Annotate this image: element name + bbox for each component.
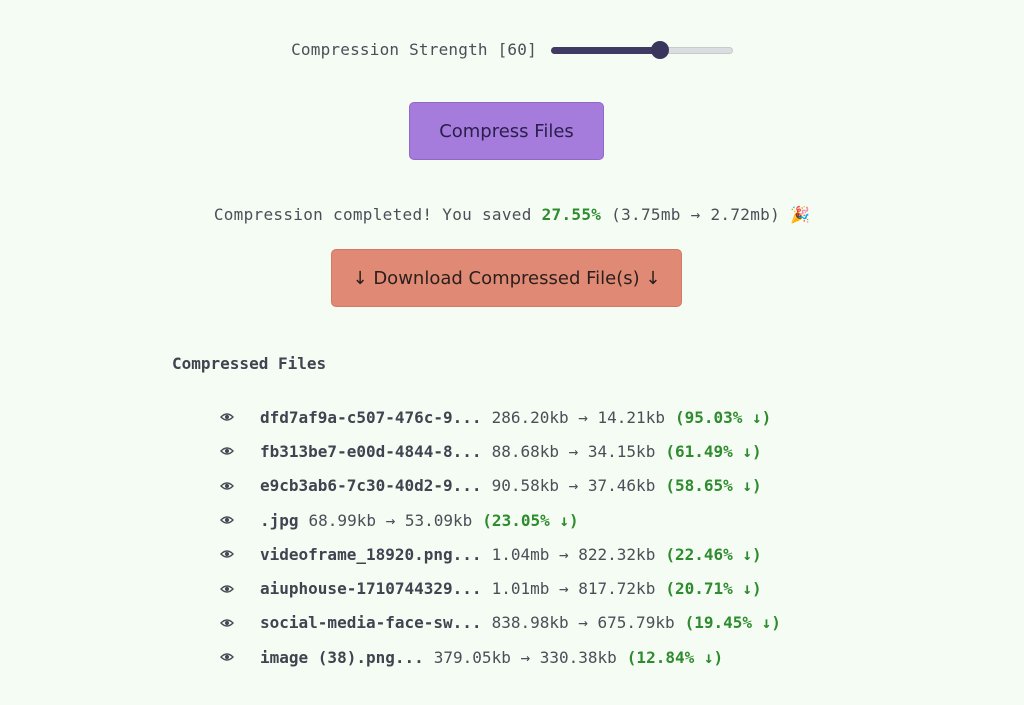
file-percent-saved: (22.46% ↓) — [665, 544, 762, 564]
party-popper-icon: 🎉 — [789, 205, 811, 224]
file-percent-saved: (19.45% ↓) — [684, 613, 781, 633]
compression-strength-slider[interactable] — [550, 40, 733, 59]
file-size-change: 1.04mb → 822.32kb — [491, 544, 656, 564]
file-name: dfd7af9a-c507-476c-9... — [260, 407, 482, 427]
file-list-item: image (38).png... 379.05kb → 330.38kb (12.… — [220, 640, 781, 674]
eye-icon[interactable] — [220, 651, 236, 663]
download-compressed-files-button[interactable]: ↓ Download Compressed File(s) ↓ — [331, 249, 682, 307]
file-size-change: 379.05kb → 330.38kb — [433, 647, 617, 667]
compressed-files-list: dfd7af9a-c507-476c-9... 286.20kb → 14.21k… — [220, 400, 781, 674]
file-name: e9cb3ab6-7c30-40d2-9... — [260, 476, 482, 496]
eye-icon[interactable] — [220, 583, 236, 595]
file-size-change: 90.58kb → 37.46kb — [491, 476, 656, 496]
file-list-item: videoframe_18920.png... 1.04mb → 822.32kb… — [220, 537, 781, 571]
eye-icon[interactable] — [220, 480, 236, 492]
compressed-files-heading: Compressed Files — [172, 354, 327, 373]
file-percent-saved: (12.84% ↓) — [626, 647, 724, 667]
compression-status-message: Compression completed! You saved 27.55% … — [0, 205, 1024, 224]
file-percent-saved: (58.65% ↓) — [665, 476, 762, 496]
eye-icon[interactable] — [220, 617, 236, 629]
file-name: fb313be7-e00d-4844-8... — [260, 441, 482, 461]
file-list-item: dfd7af9a-c507-476c-9... 286.20kb → 14.21k… — [220, 400, 781, 434]
file-list-item: aiuphouse-1710744329... 1.01mb → 817.72kb… — [220, 571, 781, 605]
file-percent-saved: (95.03% ↓) — [674, 407, 772, 427]
file-list-item: social-media-face-sw... 838.98kb → 675.79… — [220, 606, 781, 640]
file-name: videoframe_18920.png... — [260, 544, 482, 564]
slider-thumb[interactable] — [651, 40, 670, 59]
status-size-change: (3.75mb → 2.72mb) — [601, 205, 790, 224]
eye-icon[interactable] — [220, 548, 236, 560]
eye-icon[interactable] — [220, 411, 236, 423]
file-size-change: 286.20kb → 14.21kb — [491, 407, 665, 427]
file-name: .jpg — [260, 510, 299, 530]
eye-icon[interactable] — [220, 514, 236, 526]
file-name: image (38).png... — [260, 647, 424, 667]
file-size-change: 88.68kb → 34.15kb — [491, 441, 656, 461]
compression-strength-label: Compression Strength [60] — [291, 40, 537, 59]
file-percent-saved: (20.71% ↓) — [665, 579, 762, 599]
compression-strength-row: Compression Strength [60] — [0, 40, 1024, 59]
file-percent-saved: (61.49% ↓) — [665, 441, 762, 461]
slider-fill — [550, 46, 661, 54]
file-list-item: fb313be7-e00d-4844-8... 88.68kb → 34.15kb… — [220, 434, 781, 468]
file-size-change: 68.99kb → 53.09kb — [308, 510, 473, 530]
file-list-item: .jpg 68.99kb → 53.09kb (23.05% ↓) — [220, 503, 781, 537]
file-list-item: e9cb3ab6-7c30-40d2-9... 90.58kb → 37.46kb… — [220, 469, 781, 503]
file-name: aiuphouse-1710744329... — [260, 579, 482, 599]
status-percent-saved: 27.55% — [541, 205, 602, 224]
file-name: social-media-face-sw... — [260, 613, 482, 633]
file-size-change: 838.98kb → 675.79kb — [491, 613, 675, 633]
eye-icon[interactable] — [220, 445, 236, 457]
status-prefix: Compression completed! You saved — [213, 205, 542, 224]
compress-files-button[interactable]: Compress Files — [409, 102, 604, 160]
file-size-change: 1.01mb → 817.72kb — [491, 579, 656, 599]
file-percent-saved: (23.05% ↓) — [482, 510, 579, 530]
